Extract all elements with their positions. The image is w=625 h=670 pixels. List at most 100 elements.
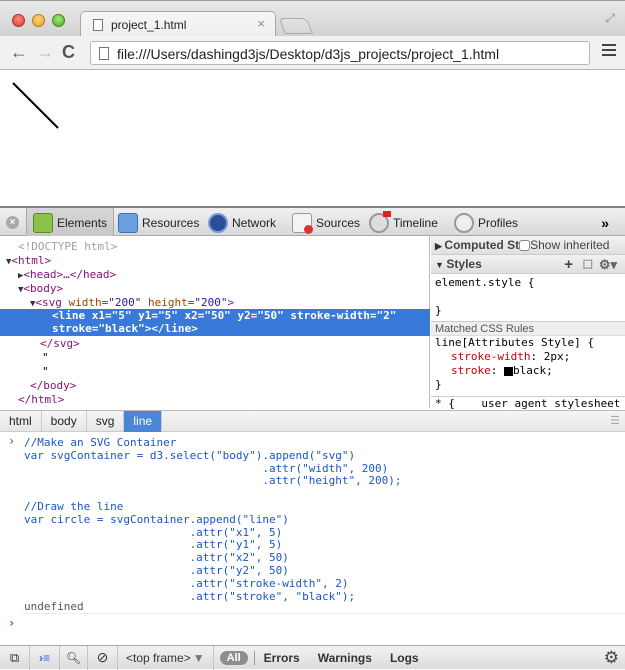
dom-html-close[interactable]: </html>: [18, 393, 64, 407]
settings-gear-icon[interactable]: ⚙▾: [599, 255, 617, 273]
dom-body-close[interactable]: </body>: [30, 379, 76, 393]
computed-style-header[interactable]: ▶ Computed St Show inherited: [431, 236, 625, 255]
breadcrumb: html body svg line ☰: [0, 410, 625, 432]
dom-node-svg[interactable]: ▼<svg width="200" height="200">: [30, 296, 234, 310]
title-bar: project_1.html × ⤢: [0, 0, 625, 38]
page-svg: [12, 82, 59, 129]
resources-icon: [118, 212, 138, 233]
divider: [253, 650, 255, 665]
chevron-down-icon: ▼: [192, 650, 205, 665]
close-brace: }: [435, 304, 442, 317]
new-tab-button[interactable]: [279, 18, 313, 34]
network-icon: [208, 212, 228, 233]
tab-label: Profiles: [478, 215, 519, 230]
tab-network[interactable]: Network: [208, 208, 276, 237]
page-icon: [93, 19, 103, 31]
filter-warnings[interactable]: Warnings: [318, 651, 372, 665]
profiles-icon: [454, 212, 474, 233]
tab-resources[interactable]: Resources: [118, 208, 199, 237]
console-toggle-icon[interactable]: ›≡: [30, 645, 60, 670]
dock-icon[interactable]: ⧉: [0, 645, 30, 670]
dom-node-html[interactable]: ▼<html>: [6, 254, 51, 268]
reload-icon[interactable]: C: [62, 42, 75, 63]
url-text: file:///Users/dashingd3js/Desktop/d3js_p…: [117, 46, 500, 62]
tab-label: Network: [232, 215, 277, 230]
dom-svg-close[interactable]: </svg>: [40, 337, 80, 351]
svg-line: [12, 82, 59, 129]
devtools-close-icon[interactable]: ×: [6, 216, 19, 229]
tab-label: Sources: [316, 215, 361, 230]
filter-errors[interactable]: Errors: [264, 651, 300, 665]
dom-text-node[interactable]: ": [42, 351, 49, 365]
console-input[interactable]: [24, 614, 614, 632]
tab-close-icon[interactable]: ×: [257, 16, 265, 31]
input-echo-icon: ›: [8, 434, 16, 448]
more-tabs-icon[interactable]: »: [601, 215, 609, 231]
show-inherited-checkbox[interactable]: [519, 240, 531, 252]
tab-timeline[interactable]: Timeline: [369, 208, 438, 237]
styles-header[interactable]: ▼ Styles + ⬚ ⚙▾: [431, 255, 625, 274]
console-code-line: .attr("y1", 5): [24, 538, 283, 552]
page-viewport: [0, 70, 625, 206]
console-code-line: //Draw the line: [24, 500, 124, 513]
console-code-line: .attr("stroke-width", 2): [24, 576, 349, 590]
browser-tab[interactable]: project_1.html ×: [80, 11, 276, 38]
menu-icon[interactable]: [602, 44, 616, 59]
devtools-bottom-bar: ⧉ ›≡ 🔍︎ ⊘ <top frame> ▼ All Errors Warnin…: [0, 645, 625, 670]
color-swatch[interactable]: [504, 366, 513, 376]
filter-logs[interactable]: Logs: [390, 651, 419, 665]
filter-all[interactable]: All: [219, 650, 248, 665]
page-icon: [99, 47, 109, 60]
console-code-line: //Make an SVG Container: [24, 436, 177, 449]
console-code-line: .attr("height", 200);: [24, 474, 402, 488]
ua-rule[interactable]: * { user agent stylesheet: [431, 396, 625, 410]
tab-elements[interactable]: Elements: [26, 208, 115, 237]
close-window-button[interactable]: [12, 14, 25, 27]
breadcrumb-body[interactable]: body: [42, 411, 87, 432]
breadcrumb-line[interactable]: line: [124, 411, 163, 432]
css-property-stroke[interactable]: stroke: black;: [431, 364, 625, 378]
settings-gear-icon[interactable]: ⚙: [604, 648, 619, 668]
search-icon[interactable]: 🔍︎: [60, 645, 88, 670]
dom-line-row1: <line x1="5" y1="5" x2="50" y2="50" stro…: [52, 309, 397, 322]
frame-select-label: <top frame>: [126, 650, 191, 665]
console-panel: › //Make an SVG Container var svgContaine…: [0, 432, 625, 645]
console-code-line: .attr("y2", 50): [24, 564, 289, 577]
forward-icon[interactable]: →: [36, 42, 54, 63]
timeline-icon: [369, 210, 391, 233]
tab-sources[interactable]: Sources: [292, 208, 360, 237]
dom-node-line-selected[interactable]: <line x1="5" y1="5" x2="50" y2="50" stro…: [0, 309, 430, 336]
elements-icon: [33, 212, 53, 233]
console-prompt-icon: ›: [8, 616, 16, 630]
console-code-line: .attr("x1", 5): [24, 525, 283, 539]
dom-node-body[interactable]: ▼<body>: [18, 282, 63, 296]
show-inherited-label: Show inherited: [530, 238, 610, 252]
back-icon[interactable]: ←: [10, 42, 28, 63]
tab-profiles[interactable]: Profiles: [454, 208, 518, 237]
rule-selector[interactable]: line[Attributes Style] {: [431, 336, 625, 350]
breadcrumb-svg[interactable]: svg: [87, 411, 125, 432]
dom-text-node[interactable]: ": [42, 365, 49, 379]
frame-select[interactable]: <top frame> ▼: [118, 645, 214, 670]
dom-node-head[interactable]: ▶<head>…</head>: [18, 268, 116, 282]
console-code-line: var circle = svgContainer.append("line"): [24, 512, 289, 526]
console-result: undefined: [24, 600, 84, 613]
fullscreen-icon[interactable]: ⤢: [605, 11, 615, 26]
element-state-icon[interactable]: ⬚: [583, 255, 593, 273]
tab-label: Resources: [142, 215, 200, 230]
dom-tree: <!DOCTYPE html> ▼<html> ▶<head>…</head> …: [0, 236, 430, 408]
clear-console-icon[interactable]: ⊘: [88, 645, 118, 670]
element-style-rule[interactable]: element.style {: [431, 276, 625, 290]
css-property-stroke-width[interactable]: stroke-width: 2px;: [431, 350, 625, 364]
dom-doctype[interactable]: <!DOCTYPE html>: [18, 240, 117, 254]
drawer-menu-icon[interactable]: ☰: [610, 414, 620, 427]
tab-label: Timeline: [393, 215, 438, 230]
sources-icon: [292, 212, 313, 234]
address-bar[interactable]: file:///Users/dashingd3js/Desktop/d3js_p…: [90, 41, 590, 65]
add-rule-icon[interactable]: +: [564, 255, 573, 273]
minimize-window-button[interactable]: [32, 14, 45, 27]
zoom-window-button[interactable]: [52, 14, 65, 27]
breadcrumb-html[interactable]: html: [0, 411, 42, 432]
matched-css-rules-header: Matched CSS Rules: [431, 321, 625, 336]
close-brace: }: [435, 378, 442, 391]
